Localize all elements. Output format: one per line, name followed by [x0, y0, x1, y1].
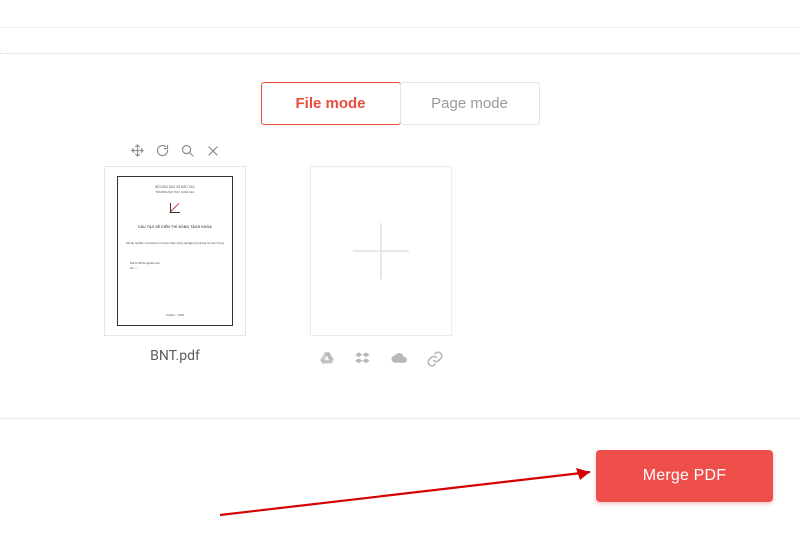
onedrive-icon[interactable] — [389, 350, 409, 368]
files-area: BỘ GIÁO DỤC VÀ ĐÀO TẠO TRƯỜNG ĐẠI HỌC QU… — [0, 125, 800, 368]
file-thumbnail[interactable]: BỘ GIÁO DỤC VÀ ĐÀO TẠO TRƯỜNG ĐẠI HỌC QU… — [104, 166, 246, 336]
file-toolbar — [130, 143, 220, 158]
zoom-icon[interactable] — [180, 143, 195, 158]
plus-icon — [353, 223, 409, 279]
top-bar — [0, 0, 800, 28]
file-name-label: BNT.pdf — [150, 348, 200, 364]
google-drive-icon[interactable] — [317, 350, 337, 368]
file-item: BỘ GIÁO DỤC VÀ ĐÀO TẠO TRƯỜNG ĐẠI HỌC QU… — [90, 143, 260, 364]
bottom-divider — [0, 418, 800, 419]
content-area: File mode Page mode — [0, 54, 800, 368]
mode-toggle: File mode Page mode — [0, 82, 800, 125]
tab-page-mode[interactable]: Page mode — [400, 82, 540, 125]
tab-file-mode[interactable]: File mode — [261, 82, 401, 125]
rotate-icon[interactable] — [155, 143, 170, 158]
add-file-card[interactable] — [310, 166, 452, 336]
move-icon[interactable] — [130, 143, 145, 158]
annotation-arrow — [220, 460, 620, 520]
close-icon[interactable] — [205, 143, 220, 158]
merge-button[interactable]: Merge PDF — [596, 450, 773, 502]
link-icon[interactable] — [425, 350, 445, 368]
upload-sources — [317, 350, 445, 368]
add-file-column — [296, 143, 466, 368]
dropbox-icon[interactable] — [353, 350, 373, 368]
document-preview: BỘ GIÁO DỤC VÀ ĐÀO TẠO TRƯỜNG ĐẠI HỌC QU… — [117, 176, 233, 326]
